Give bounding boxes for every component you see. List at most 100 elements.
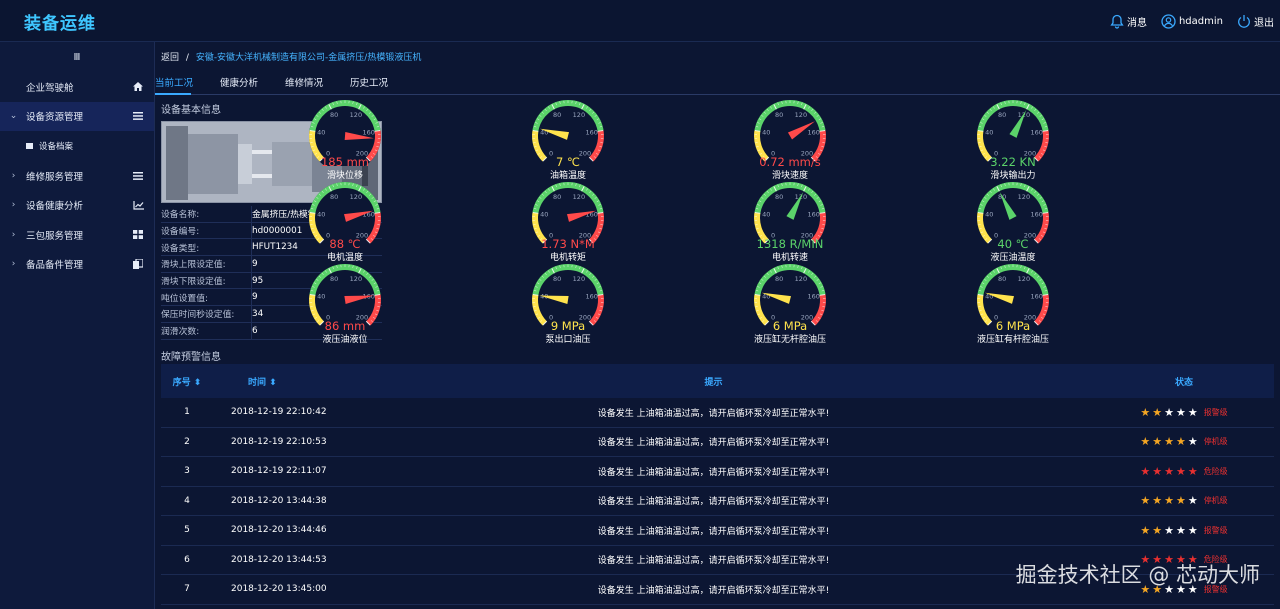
username: hdadmin (1178, 15, 1223, 27)
gauge-tick-label: 80 (553, 193, 561, 201)
gauge-tick-label: 40 (985, 129, 993, 137)
logout-button[interactable]: 退出 (1237, 14, 1274, 29)
sidebar-item-maintenance[interactable]: › 维修服务管理 (0, 161, 154, 191)
table-row[interactable]: 4 2018-12-20 13:44:38 设备发生 上油箱油温过高，请开启循环泵冷… (161, 487, 1274, 516)
gauge-label: 泵出口油压 (545, 335, 591, 345)
tab-health-analysis[interactable]: 健康分析 (220, 75, 258, 93)
info-key: 设备类型: (161, 243, 200, 254)
gauge-label: 液压油液位 (322, 335, 368, 345)
star-icon: ★ (1187, 523, 1198, 537)
list-icon (132, 171, 144, 180)
table-row[interactable]: 2 2018-12-19 22:10:53 设备发生 上油箱油温过高，请开启循环泵冷… (161, 428, 1274, 457)
sidebar-item-cockpit[interactable]: 企业驾驶舱 (0, 72, 154, 102)
info-key: 设备编号: (161, 227, 200, 238)
col-header-no[interactable]: 序号 ⬍ (161, 375, 213, 388)
star-icon: ★ (1152, 435, 1163, 449)
breadcrumb: 返回 / 安徽-安徽大洋机械制造有限公司-金属挤压/热模锻液压机 (161, 50, 421, 63)
square-icon (26, 143, 33, 149)
bell-icon (1110, 14, 1124, 29)
star-icon: ★ (1152, 494, 1163, 508)
gauge-tick-label: 40 (762, 129, 770, 137)
gauge-label: 液压缸无杆腔油压 (753, 335, 826, 345)
back-link[interactable]: 返回 (161, 53, 179, 63)
watermark: 掘金技术社区 @ 芯动大师 (1015, 563, 1260, 587)
power-icon (1237, 14, 1251, 29)
row-time: 2018-12-19 22:11:07 (231, 466, 327, 477)
gauge-label: 滑块速度 (771, 171, 808, 181)
col-header-time[interactable]: 时间 ⬍ (213, 375, 333, 388)
tab-bar: 当前工况 健康分析 维修情况 历史工况 (155, 75, 388, 93)
gauge: 0 40 80 120 160 200 1.73 N*M 电机转矩 (528, 182, 608, 264)
gauge-tick-label: 80 (775, 275, 783, 283)
basic-info-title: 设备基本信息 (161, 105, 221, 116)
gauge-tick-label: 40 (985, 211, 993, 219)
row-message: 设备发生 上油箱油温过高，请开启循环泵冷却至正常水平! (597, 467, 830, 478)
gauge-label: 液压缸有杆腔油压 (976, 335, 1049, 345)
star-icon: ★ (1187, 464, 1198, 478)
info-key: 滑块上限设定值: (161, 260, 226, 271)
home-icon (132, 82, 144, 92)
gauge-value: 7 ℃ (556, 155, 580, 169)
gauge-tick-label: 80 (998, 111, 1006, 119)
tab-divider (155, 94, 1280, 95)
breadcrumb-path[interactable]: 安徽-安徽大洋机械制造有限公司-金属挤压/热模锻液压机 (196, 53, 422, 63)
gauge: 0 40 80 120 160 200 6 MPa 液压缸无杆腔油压 (750, 264, 830, 346)
app-title: 装备运维 (24, 14, 96, 34)
header-actions: 消息 hdadmin 退出 (1110, 0, 1274, 42)
sort-icon: ⬍ (269, 377, 277, 388)
gauge-tick-label: 80 (998, 275, 1006, 283)
gauge-tick-label: 80 (330, 275, 338, 283)
gauge: 040801201602001318 R/MIN电机转速 (750, 182, 830, 264)
tab-current-condition[interactable]: 当前工况 (155, 75, 193, 93)
table-row[interactable]: 3 2018-12-19 22:11:07 设备发生 上油箱油温过高，请开启循环泵冷… (161, 457, 1274, 487)
gauge-label: 电机转矩 (549, 253, 586, 263)
star-icon: ★ (1152, 464, 1163, 478)
menu-collapse-toggle[interactable]: Ⅲ (0, 42, 154, 72)
sidebar-item-spare-parts[interactable]: › 备品备件管理 (0, 250, 154, 280)
gauge: 0 40 80 120 160 200 0.72 mm/s 滑块速度 (750, 100, 830, 182)
gauge-tick-label: 80 (775, 111, 783, 119)
user-menu[interactable]: hdadmin (1161, 13, 1223, 29)
row-time: 2018-12-19 22:10:53 (231, 436, 327, 447)
row-message: 设备发生 上油箱油温过高，请开启循环泵冷却至正常水平! (597, 526, 830, 537)
row-status: ★ ★ ★ ★ ★ 报警级 (1094, 407, 1274, 418)
row-time: 2018-12-20 13:45:00 (231, 584, 327, 595)
star-rating: ★ ★ ★ ★ ★ (1140, 407, 1197, 418)
sidebar-item-label: 企业驾驶舱 (26, 82, 74, 94)
sidebar-item-health-analysis[interactable]: › 设备健康分析 (0, 191, 154, 221)
sidebar-item-equipment-archive[interactable]: 设备档案 (0, 131, 154, 161)
gauge-label: 滑块输出力 (990, 171, 1036, 181)
tab-history[interactable]: 历史工况 (350, 75, 388, 93)
gauge-label: 电机温度 (326, 253, 363, 263)
star-icon: ★ (1164, 523, 1174, 537)
row-time: 2018-12-20 13:44:38 (231, 495, 327, 506)
tab-maintenance[interactable]: 维修情况 (285, 75, 323, 93)
gauge-label: 液压油温度 (990, 253, 1036, 263)
sidebar-item-warranty[interactable]: › 三包服务管理 (0, 220, 154, 250)
row-message: 设备发生 上油箱油温过高，请开启循环泵冷却至正常水平! (597, 585, 830, 596)
row-time: 2018-12-19 22:10:42 (231, 407, 327, 418)
alert-level: 报警级 (1203, 525, 1228, 535)
user-icon (1161, 13, 1176, 29)
star-icon: ★ (1140, 435, 1151, 449)
star-rating: ★ ★ ★ ★ ★ (1140, 436, 1197, 447)
gauge: 0408012016020086 mm液压油液位 (305, 264, 385, 346)
row-number: 5 (184, 525, 190, 536)
alert-level: 报警级 (1203, 407, 1228, 417)
breadcrumb-separator: / (185, 53, 189, 63)
gauge: 0 40 80 120 160 200 6 MPa 液压缸有杆腔油压 (973, 264, 1053, 346)
gauge-value: 6 MPa (995, 319, 1031, 333)
table-row[interactable]: 1 2018-12-19 22:10:42 设备发生 上油箱油温过高，请开启循环泵冷… (161, 398, 1274, 428)
messages-button[interactable]: 消息 (1110, 14, 1147, 29)
table-row[interactable]: 5 2018-12-20 13:44:46 设备发生 上油箱油温过高，请开启循环泵冷… (161, 516, 1274, 546)
row-message: 设备发生 上油箱油温过高，请开启循环泵冷却至正常水平! (597, 438, 830, 449)
gauge-tick-label: 120 (350, 111, 362, 119)
row-status: ★ ★ ★ ★ ★ 报警级 (1094, 525, 1274, 536)
sidebar-item-equipment-resource[interactable]: ⌄ 设备资源管理 (0, 101, 154, 131)
alert-level: 危险级 (1203, 466, 1228, 476)
gauge-tick-label: 160 (1030, 293, 1042, 301)
star-icon: ★ (1175, 523, 1186, 537)
sidebar-item-label: 维修服务管理 (26, 171, 84, 183)
star-rating: ★ ★ ★ ★ ★ (1140, 495, 1197, 506)
gauge-tick-label: 120 (350, 193, 362, 201)
